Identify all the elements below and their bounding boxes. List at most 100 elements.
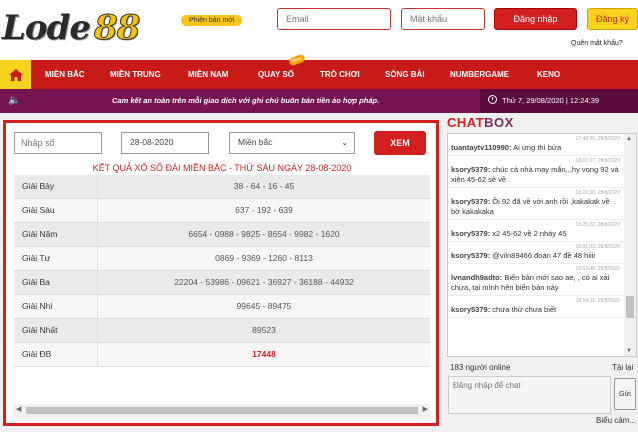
region-select[interactable]: Miền bắc ⌄ — [229, 132, 355, 154]
chat-message: 18:23:38, 28/8/2020 ksory5379: Ồi 92 đã v… — [448, 188, 636, 220]
view-button[interactable]: XEM — [374, 131, 426, 155]
nav-mien-trung[interactable]: MIỀN TRUNG — [110, 60, 161, 89]
emoticon-link[interactable]: Biểu cảm... — [596, 416, 636, 425]
message-text: @viln89466 đoán 47 đề 48 hiiii — [492, 251, 595, 260]
reload-link[interactable]: Tải lại — [612, 363, 633, 372]
result-title: KẾT QUẢ XỔ SỐ ĐÀI MIỀN BẮC - THỨ SÁU NGÀ… — [92, 163, 352, 173]
table-row: Giải Sáu 637 - 192 - 639 — [14, 199, 430, 223]
table-row: Giải ĐB 17448 — [14, 343, 430, 367]
datetime-panel: Thứ 7, 29/08/2020 | 12:24:39 — [480, 89, 638, 113]
prize-label: Giải Năm — [14, 223, 98, 246]
result-panel: 28-08-2020 Miền bắc ⌄ XEM KẾT QUẢ XỔ SỐ Đ… — [3, 120, 439, 426]
prize-value: 637 - 192 - 639 — [235, 205, 293, 215]
table-row: Giải Tư 0869 - 9369 - 1260 - 8113 — [14, 247, 430, 271]
date-field[interactable]: 28-08-2020 — [121, 132, 209, 154]
table-row: Giải Nhì 99645 - 89475 — [14, 295, 430, 319]
prize-label: Giải ĐB — [14, 343, 98, 366]
scrollbar-thumb[interactable] — [626, 296, 634, 318]
prize-label: Giải Tư — [14, 247, 98, 270]
nav-keno[interactable]: KENO — [537, 60, 560, 89]
table-row: Giải Nhất 89523 — [14, 319, 430, 343]
prize-value: 38 - 64 - 16 - 45 — [233, 181, 295, 191]
chevron-down-icon: ⌄ — [341, 138, 348, 147]
chat-message: 18:01:07, 28/8/2020 ksory5379: chúc cả nh… — [448, 156, 636, 188]
chat-message: 18:25:22, 28/8/2020 ksory5379: x2 45-62 v… — [448, 220, 636, 242]
email-field[interactable] — [277, 8, 391, 30]
main-nav: MIỀN BẮC MIỀN TRUNG MIỀN NAM QUAY SỐ New… — [0, 53, 638, 89]
version-badge[interactable]: Phiên bản mới — [181, 15, 243, 26]
chat-input[interactable] — [448, 376, 611, 414]
clock-icon — [488, 95, 497, 104]
chat-message: 17:48:35, 28/8/2020 tuantaytv110990: Ai ư… — [448, 134, 636, 156]
logo[interactable]: Lode 88 — [2, 8, 141, 49]
message-time: 18:25:22, 28/8/2020 — [575, 222, 621, 228]
message-user[interactable]: ksory5379: — [451, 197, 490, 206]
horizontal-scrollbar[interactable]: ◀ ▶ — [14, 404, 430, 417]
password-field[interactable] — [401, 8, 485, 30]
region-value: Miền bắc — [238, 137, 273, 147]
prize-value: 99645 - 89475 — [236, 301, 292, 311]
prize-label: Giải Sáu — [14, 199, 98, 222]
message-user[interactable]: ksory5379: — [451, 165, 490, 174]
message-text: Ai ưng thì bửa — [513, 143, 562, 152]
logo-number: 88 — [93, 8, 140, 49]
message-time: 18:31:03, 28/8/2020 — [575, 244, 621, 250]
datetime-text: Thứ 7, 29/08/2020 | 12:24:39 — [502, 96, 600, 105]
vertical-scrollbar[interactable]: ▲ ▼ — [624, 134, 636, 356]
message-user[interactable]: lvnandh9adto: — [451, 273, 502, 282]
special-prize-value: 17448 — [252, 349, 276, 359]
prize-value: 22204 - 53986 - 09621 - 36927 - 36188 - … — [174, 277, 354, 287]
online-count: 183 người online — [450, 363, 511, 372]
chatbox-title: CHATBOX — [447, 115, 514, 130]
prize-label: Giải Nhì — [14, 295, 98, 318]
prize-value: 6654 - 0988 - 9825 - 8654 - 9982 - 1620 — [188, 229, 340, 239]
message-text: chưa thử chưa biết — [492, 305, 557, 314]
home-button[interactable] — [0, 60, 31, 89]
message-time: 18:52:48, 28/8/2020 — [575, 266, 621, 272]
prize-label: Giải Nhất — [14, 319, 98, 342]
nav-quay-so[interactable]: QUAY SỐ — [258, 60, 294, 89]
nav-mien-bac[interactable]: MIỀN BẮC — [45, 60, 85, 89]
nav-mien-nam[interactable]: MIỀN NAM — [188, 60, 228, 89]
nav-tro-choi[interactable]: TRÒ CHƠI — [320, 60, 360, 89]
message-time: 18:23:38, 28/8/2020 — [575, 190, 621, 196]
number-input[interactable] — [14, 132, 102, 154]
table-row: Giải Bảy 38 - 64 - 16 - 45 — [14, 175, 430, 199]
table-row: Giải Ba 22204 - 53986 - 09621 - 36927 - 3… — [14, 271, 430, 295]
header: Lode88 Phiên bản mới Đăng nhập Đăng ký Q… — [0, 0, 638, 60]
message-user[interactable]: tuantaytv110990: — [451, 143, 511, 152]
chat-message: 18:52:48, 28/8/2020 lvnandh9adto: Biển bả… — [448, 264, 636, 296]
chat-message: 18:31:03, 28/8/2020 ksory5379: @viln89466… — [448, 242, 636, 264]
home-icon — [8, 68, 23, 81]
login-button[interactable]: Đăng nhập — [494, 8, 577, 30]
table-row: Giải Năm 6654 - 0988 - 9825 - 8654 - 9982… — [14, 223, 430, 247]
nav-numbergame[interactable]: NUMBERGAME — [450, 60, 509, 89]
message-time: 18:01:07, 28/8/2020 — [575, 158, 621, 164]
message-time: 18:54:11, 28/8/2020 — [575, 298, 620, 304]
prize-label: Giải Bảy — [14, 175, 98, 198]
message-text: x2 45-62 về 2 nháy 45 — [492, 229, 567, 238]
speaker-icon: 🔈 — [8, 95, 21, 106]
register-button[interactable]: Đăng ký — [587, 8, 638, 30]
info-bar: 🔈 Cam kết an toàn trên mỗi giao dịch với… — [0, 89, 638, 113]
scroll-down-icon[interactable]: ▼ — [626, 348, 632, 354]
announcement-marquee: Cam kết an toàn trên mỗi giao dịch với g… — [112, 96, 380, 105]
scrollbar-thumb[interactable] — [26, 407, 418, 414]
send-button[interactable]: Gửi — [614, 378, 636, 410]
chat-messages[interactable]: 17:48:35, 28/8/2020 tuantaytv110990: Ai ư… — [447, 133, 637, 357]
nav-song-bai[interactable]: SÒNG BÀI — [385, 60, 425, 89]
message-time: 17:48:35, 28/8/2020 — [575, 136, 621, 142]
scroll-left-icon[interactable]: ◀ — [16, 405, 21, 413]
scroll-up-icon[interactable]: ▲ — [626, 136, 632, 142]
prize-value: 0869 - 9369 - 1260 - 8113 — [215, 253, 313, 263]
prize-value: 89523 — [252, 325, 276, 335]
message-user[interactable]: ksory5379: — [451, 305, 490, 314]
prize-label: Giải Ba — [14, 271, 98, 294]
message-user[interactable]: ksory5379: — [451, 229, 490, 238]
scroll-right-icon[interactable]: ▶ — [423, 405, 428, 413]
forgot-password-link[interactable]: Quên mật khẩu? — [571, 40, 623, 47]
logo-text: Lode — [2, 8, 91, 48]
chat-message: 18:54:11, 28/8/2020 ksory5379: chưa thử c… — [448, 296, 636, 318]
message-user[interactable]: ksory5379: — [451, 251, 490, 260]
result-table: Giải Bảy 38 - 64 - 16 - 45 Giải Sáu 637 - … — [14, 175, 430, 367]
